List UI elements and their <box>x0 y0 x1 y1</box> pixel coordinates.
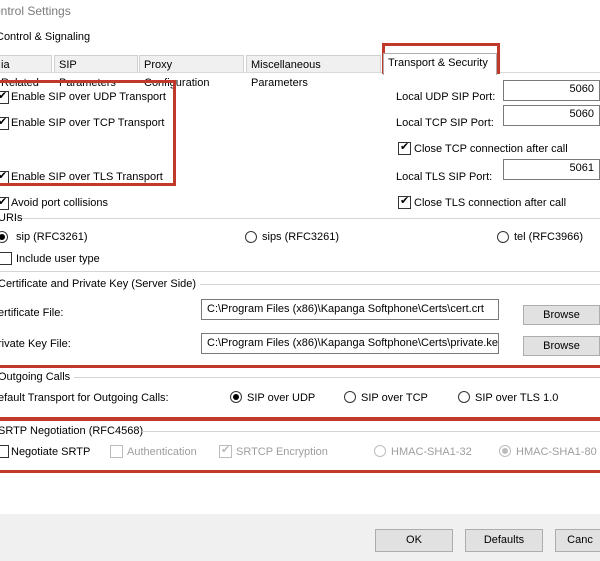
avoid-port-collisions-label: Avoid port collisions <box>11 197 109 209</box>
uris-section-label: URIs <box>0 212 23 224</box>
certs-top-divider <box>0 271 600 272</box>
close-tls-checkbox[interactable] <box>398 194 411 209</box>
ok-button[interactable]: OK <box>375 529 453 552</box>
srtp-divider <box>142 431 600 432</box>
hmac-32-label: HMAC-SHA1-32 <box>391 446 472 458</box>
key-file-label: rivate Key File: <box>0 338 71 350</box>
negotiate-srtp-checkbox[interactable] <box>0 445 9 458</box>
certs-section-label: Certificate and Private Key (Server Side… <box>0 278 197 290</box>
close-tcp-label: Close TCP connection after call <box>414 143 568 155</box>
uri-sips-label: sips (RFC3261) <box>262 231 340 243</box>
group-label: Control & Signaling <box>0 31 91 43</box>
dialog-footer: OK Defaults Canc <box>0 514 600 561</box>
tab-bar: ia Related SIP Parameters Proxy Configur… <box>0 53 600 89</box>
tab-media-related[interactable]: ia Related <box>0 55 52 89</box>
tab-transport-security[interactable]: Transport & Security <box>383 53 497 75</box>
include-user-type-checkbox[interactable] <box>0 252 12 265</box>
enable-udp-checkbox[interactable] <box>0 89 9 104</box>
uri-tel-label: tel (RFC3966) <box>514 231 584 243</box>
include-user-type-label: Include user type <box>16 253 100 265</box>
authentication-label: Authentication <box>127 446 197 458</box>
udp-port-label: Local UDP SIP Port: <box>396 91 496 103</box>
enable-tcp-checkbox[interactable] <box>0 115 9 130</box>
certs-section-divider <box>200 284 600 285</box>
hmac-32-radio[interactable] <box>374 445 386 457</box>
outgoing-udp-label: SIP over UDP <box>247 392 316 404</box>
enable-udp-label: Enable SIP over UDP Transport <box>11 91 166 103</box>
uri-sips-radio[interactable] <box>245 231 257 243</box>
default-transport-label: efault Transport for Outgoing Calls: <box>0 392 169 404</box>
enable-tcp-label: Enable SIP over TCP Transport <box>11 117 165 129</box>
close-tcp-checkbox[interactable] <box>398 140 411 155</box>
hmac-80-radio[interactable] <box>499 445 511 457</box>
outgoing-section-label: Outgoing Calls <box>0 371 71 383</box>
close-tls-label: Close TLS connection after call <box>414 197 567 209</box>
negotiate-srtp-label: Negotiate SRTP <box>11 446 91 458</box>
key-browse-button[interactable]: Browse <box>523 336 600 356</box>
tls-port-label: Local TLS SIP Port: <box>396 171 493 183</box>
tls-port-input[interactable]: 5061 <box>503 159 600 180</box>
cert-file-input[interactable]: C:\Program Files (x86)\Kapanga Softphone… <box>201 299 499 320</box>
uri-tel-radio[interactable] <box>497 231 509 243</box>
outgoing-tcp-radio[interactable] <box>344 391 356 403</box>
udp-port-input[interactable]: 5060 <box>503 80 600 101</box>
tcp-port-input[interactable]: 5060 <box>503 105 600 126</box>
tab-sip-parameters[interactable]: SIP Parameters <box>54 55 138 89</box>
cert-browse-button[interactable]: Browse <box>523 305 600 325</box>
cert-file-label: ertificate File: <box>0 307 64 319</box>
outgoing-udp-radio[interactable] <box>230 391 242 403</box>
tab-proxy-configuration[interactable]: Proxy Configuration <box>139 55 244 89</box>
hmac-80-label: HMAC-SHA1-80 <box>516 446 597 458</box>
uri-sip-label: sip (RFC3261) <box>16 231 88 243</box>
srtcp-encryption-checkbox[interactable] <box>219 443 232 458</box>
enable-tls-checkbox[interactable] <box>0 169 9 184</box>
srtcp-encryption-label: SRTCP Encryption <box>236 446 328 458</box>
enable-tls-label: Enable SIP over TLS Transport <box>11 171 163 183</box>
outgoing-tls-label: SIP over TLS 1.0 <box>475 392 559 404</box>
tab-miscellaneous-parameters[interactable]: Miscellaneous Parameters <box>246 55 381 89</box>
defaults-button[interactable]: Defaults <box>465 529 543 552</box>
uri-sip-radio[interactable] <box>0 231 8 243</box>
authentication-checkbox[interactable] <box>110 445 123 458</box>
uris-divider <box>14 218 600 219</box>
outgoing-tls-radio[interactable] <box>458 391 470 403</box>
avoid-port-collisions-checkbox[interactable] <box>0 195 9 210</box>
cancel-button[interactable]: Canc <box>555 529 600 552</box>
srtp-section-label: SRTP Negotiation (RFC4568) <box>0 425 144 437</box>
outgoing-tcp-label: SIP over TCP <box>361 392 428 404</box>
tab-divider <box>0 72 600 73</box>
window-title: ontrol Settings <box>0 4 71 18</box>
outgoing-divider <box>74 377 600 378</box>
key-file-input[interactable]: C:\Program Files (x86)\Kapanga Softphone… <box>201 333 499 354</box>
tcp-port-label: Local TCP SIP Port: <box>396 117 494 129</box>
